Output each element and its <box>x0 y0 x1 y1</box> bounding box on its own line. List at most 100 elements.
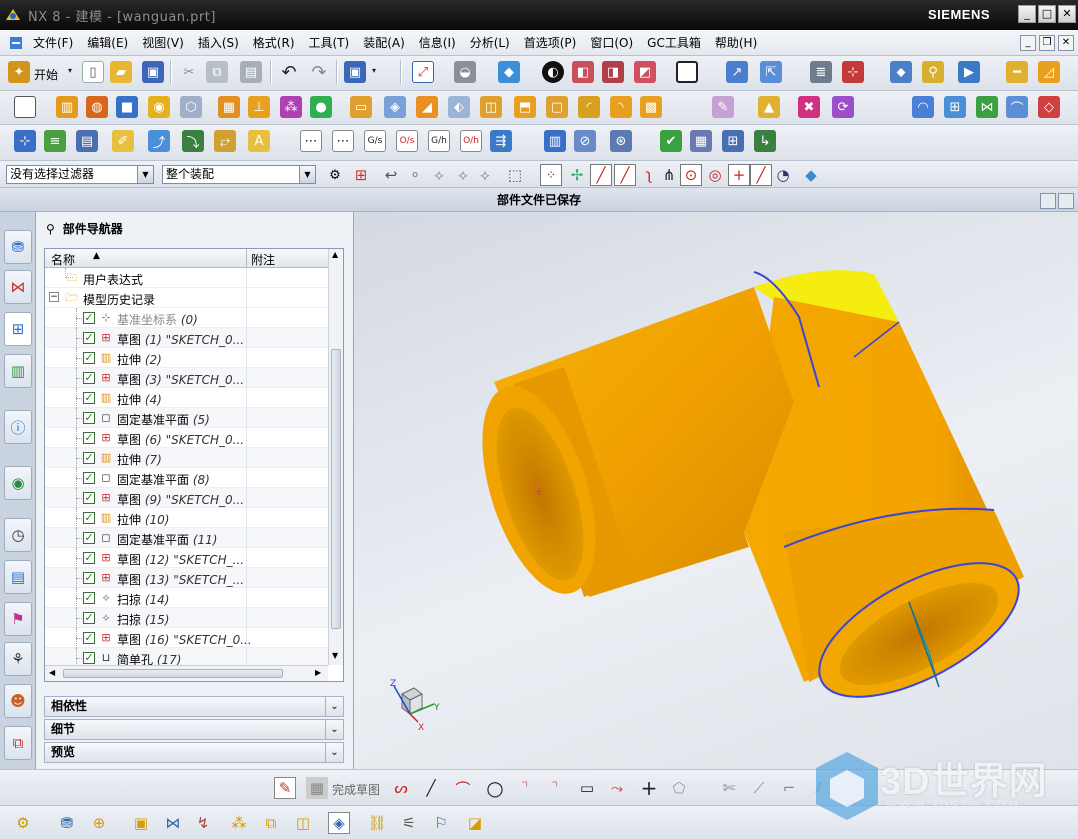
delete-feature-icon[interactable]: ✖ <box>798 96 820 118</box>
curve-icon[interactable]: ⤴ <box>148 130 170 152</box>
layer-settings-icon[interactable]: ≣ <box>810 61 832 83</box>
tree-node-feature[interactable]: ✓ ◻ 固定基准平面 (11) <box>45 528 328 548</box>
menu-window[interactable]: 窗口(O) <box>583 34 640 51</box>
visibility-checkbox[interactable]: ✓ <box>83 372 95 384</box>
surface-icon[interactable]: ◠ <box>912 96 934 118</box>
menu-format[interactable]: 格式(R) <box>246 34 302 51</box>
replace-feature-icon[interactable]: ⟳ <box>832 96 854 118</box>
draft-icon[interactable]: ⬒ <box>514 96 536 118</box>
axis-icon[interactable]: ↳ <box>754 130 776 152</box>
make-corner-icon[interactable]: ⌐ <box>778 777 800 799</box>
chamfer-icon[interactable]: ⬖ <box>448 96 470 118</box>
new-file-icon[interactable]: ▯ <box>82 61 104 83</box>
menu-tools[interactable]: 工具(T) <box>302 34 357 51</box>
rectangle-select-icon[interactable]: ⬚ <box>504 164 526 186</box>
save-options-icon[interactable]: ▣ <box>344 61 366 83</box>
tree-node-feature[interactable]: ✓ ▥ 拉伸 (4) <box>45 388 328 408</box>
profile-icon[interactable]: ᔕ <box>390 777 412 799</box>
visibility-checkbox[interactable]: ✓ <box>83 472 95 484</box>
scroll-down-icon[interactable]: ▼ <box>332 651 338 660</box>
angle-icon[interactable]: ◿ <box>1038 61 1060 83</box>
web-browser-tab-icon[interactable]: ◉ <box>4 466 32 500</box>
chevron-down-icon[interactable]: ▼ <box>137 166 153 183</box>
undo-icon[interactable]: ↶ <box>278 61 300 83</box>
tree-node-feature[interactable]: ✓ ⊞ 草图 (1) "SKETCH_0... <box>45 328 328 348</box>
visibility-checkbox[interactable]: ✓ <box>83 312 95 324</box>
visibility-checkbox[interactable]: ✓ <box>83 552 95 564</box>
tree-node-feature[interactable]: ✓ ◻ 固定基准平面 (5) <box>45 408 328 428</box>
visibility-checkbox[interactable]: ✓ <box>83 392 95 404</box>
filter-type-icon[interactable]: ⚙ <box>324 164 346 186</box>
paint-icon[interactable]: ⊛ <box>610 130 632 152</box>
section-view-icon[interactable]: ◧ <box>572 61 594 83</box>
curve-g0-icon[interactable]: ⋯ <box>332 130 354 152</box>
visibility-checkbox[interactable]: ✓ <box>83 652 95 664</box>
sequence-icon[interactable]: ⚟ <box>398 812 420 834</box>
menu-edit[interactable]: 编辑(E) <box>80 34 135 51</box>
visibility-checkbox[interactable]: ✓ <box>83 352 95 364</box>
menu-view[interactable]: 视图(V) <box>135 34 191 51</box>
continuity-oh-icon[interactable]: O/h <box>460 130 482 152</box>
fillet-icon[interactable]: ⌝ <box>514 777 536 799</box>
tree-node-feature[interactable]: ✓ ⊞ 草图 (3) "SKETCH_0... <box>45 368 328 388</box>
hd3d-tools-tab-icon[interactable]: ⓘ <box>4 410 32 444</box>
part-navigator-tab-icon[interactable]: ⊞ <box>4 312 32 346</box>
wcs-icon[interactable]: ⇱ <box>760 61 782 83</box>
system-materials-tab-icon[interactable]: ▤ <box>4 560 32 594</box>
revolve-icon[interactable]: ◍ <box>86 96 108 118</box>
split-body-icon[interactable]: ◈ <box>384 96 406 118</box>
tree-node-feature[interactable]: ✓ ▥ 拉伸 (2) <box>45 348 328 368</box>
extend-icon[interactable]: ⟋ <box>748 777 770 799</box>
menu-preferences[interactable]: 首选项(P) <box>517 34 584 51</box>
scroll-thumb[interactable] <box>63 669 283 678</box>
tree-node-feature[interactable]: ✓ ▥ 拉伸 (10) <box>45 508 328 528</box>
text-icon[interactable]: A <box>248 130 270 152</box>
copy-icon[interactable]: ⧉ <box>206 61 228 83</box>
start-button-label[interactable]: 开始 <box>34 66 58 83</box>
tree-node-feature[interactable]: ✓ ⊞ 草图 (13) "SKETCH_... <box>45 568 328 588</box>
continuity-gh-icon[interactable]: G/h <box>428 130 450 152</box>
tree-node-feature[interactable]: ✓ ⊞ 草图 (12) "SKETCH_... <box>45 548 328 568</box>
maximize-button[interactable]: □ <box>1038 5 1056 23</box>
minimize-button[interactable]: _ <box>1018 5 1036 23</box>
doc-restore-button[interactable]: ❐ <box>1039 35 1055 51</box>
block-icon[interactable]: ■ <box>116 96 138 118</box>
history-tab-icon[interactable]: ◷ <box>4 518 32 552</box>
measure-icon[interactable]: ⚲ <box>922 61 944 83</box>
status-maximize-icon[interactable] <box>1058 193 1074 209</box>
sketch-icon[interactable] <box>14 96 36 118</box>
hole-icon[interactable]: ◉ <box>148 96 170 118</box>
select-edge-icon[interactable]: ⟡ <box>474 164 496 186</box>
wcs-orient-icon[interactable]: ⊹ <box>842 61 864 83</box>
tree-node-feature[interactable]: ✓ ⊹ 基准坐标系 (0) <box>45 308 328 328</box>
bounded-grid-icon[interactable]: ◔ <box>772 164 794 186</box>
menu-info[interactable]: 信息(I) <box>412 34 463 51</box>
status-settings-icon[interactable] <box>1040 193 1056 209</box>
tree-node-model-history[interactable]: − 🗁 模型历史记录 <box>45 288 328 308</box>
point-on-face-icon[interactable]: ╱ <box>750 164 772 186</box>
view-triad-icon[interactable]: Y Z X <box>390 679 440 733</box>
sketch-task-icon[interactable]: ✎ <box>274 777 296 799</box>
elbow-pipe-model[interactable]: + Y Z X <box>354 212 1078 769</box>
product-outline-icon[interactable]: ◪ <box>464 812 486 834</box>
edge-blend-icon[interactable]: ◢ <box>416 96 438 118</box>
end-point-icon[interactable]: ╱ <box>590 164 612 186</box>
snap-point-icon[interactable]: ⁘ <box>540 164 562 186</box>
dependencies-panel[interactable]: 相依性 ⌄ <box>44 696 344 717</box>
menu-help[interactable]: 帮助(H) <box>708 34 764 51</box>
tree-node-feature[interactable]: ✓ ⟡ 扫掠 (15) <box>45 608 328 628</box>
mirror-assembly-icon[interactable]: ⧉ <box>260 812 282 834</box>
visibility-checkbox[interactable]: ✓ <box>83 492 95 504</box>
chamfer-sketch-icon[interactable]: ⌝ <box>544 777 566 799</box>
roles-tab-icon[interactable]: ☻ <box>4 684 32 718</box>
select-body-icon[interactable]: ⟡ <box>452 164 474 186</box>
existing-point-icon[interactable]: + <box>728 164 750 186</box>
start-dropdown-icon[interactable]: ▾ <box>68 66 72 75</box>
pad-icon[interactable]: ▦ <box>218 96 240 118</box>
start-icon[interactable]: ✦ <box>8 61 30 83</box>
tree-node-feature[interactable]: ✓ ⟡ 扫掠 (14) <box>45 588 328 608</box>
reuse-library-tab-icon[interactable]: ▥ <box>4 354 32 388</box>
boss-icon[interactable]: ⬡ <box>180 96 202 118</box>
control-point-icon[interactable]: ʅ <box>638 164 660 186</box>
rectangle-icon[interactable]: ▭ <box>576 777 598 799</box>
